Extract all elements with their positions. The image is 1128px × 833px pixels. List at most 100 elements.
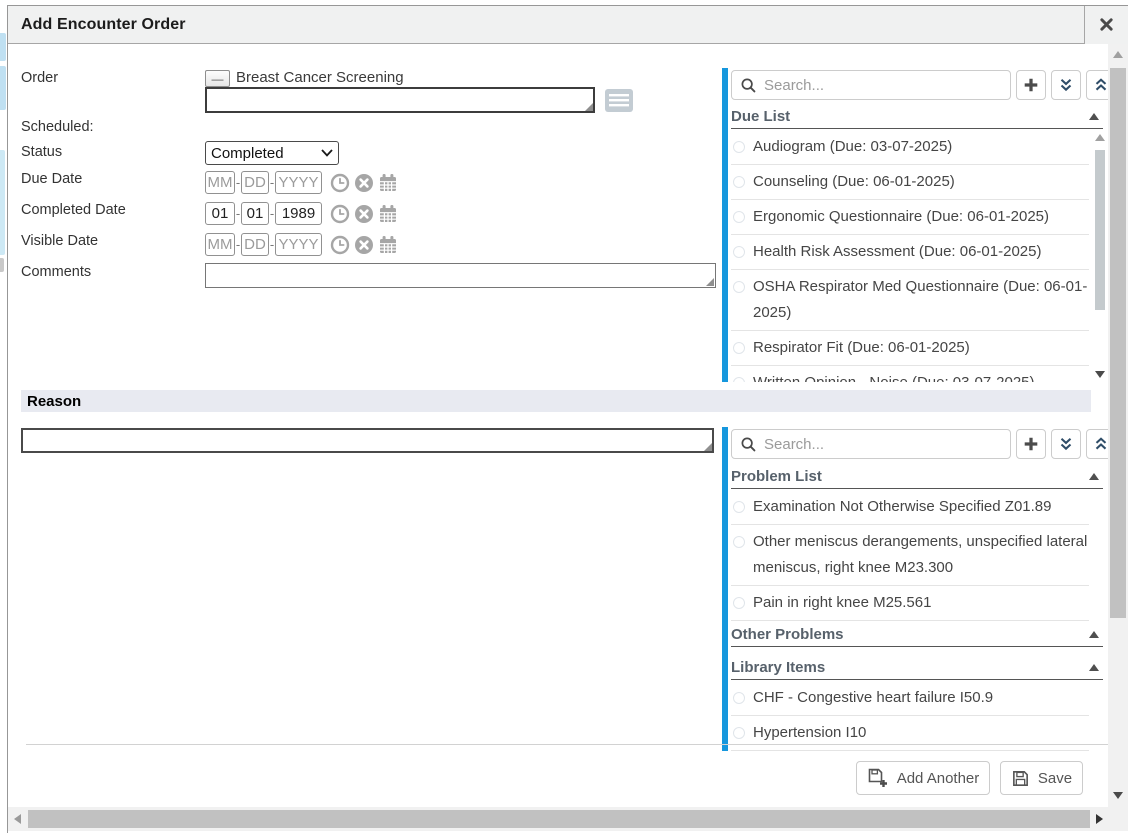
list-item[interactable]: Other meniscus derangements, unspecified… — [731, 525, 1089, 586]
collapse-caret-icon[interactable] — [1089, 113, 1099, 120]
dialog-content: Order — Breast Cancer Screening Schedule… — [8, 44, 1128, 833]
item-bullet-icon — [733, 501, 745, 513]
scheduled-label: Scheduled: — [21, 119, 94, 135]
item-bullet-icon — [733, 176, 745, 188]
collapse-caret-icon[interactable] — [1089, 473, 1099, 480]
reason-input-wrap — [21, 428, 714, 453]
list-item[interactable]: Written Opinion - Noise (Due: 03-07-2025… — [731, 366, 1089, 382]
vertical-scroll-thumb[interactable] — [1110, 68, 1126, 618]
order-remove-button[interactable]: — — [205, 70, 230, 87]
list-item[interactable]: Hypertension I10 — [731, 716, 1089, 751]
library-items-header-label: Library Items — [731, 659, 825, 676]
order-browse-button[interactable] — [604, 88, 634, 113]
due-date-row — [205, 171, 398, 194]
due-date-year-input[interactable] — [275, 171, 322, 194]
double-chevron-down-icon — [1057, 435, 1075, 453]
visible-date-day-input[interactable] — [241, 233, 269, 256]
due-search-input[interactable] — [764, 77, 1004, 94]
collapse-caret-icon[interactable] — [1089, 664, 1099, 671]
collapse-caret-icon[interactable] — [1089, 631, 1099, 638]
reason-header-label: Reason — [27, 393, 81, 410]
order-input[interactable] — [205, 87, 595, 113]
scroll-up-icon[interactable] — [1113, 51, 1123, 58]
problem-search-input[interactable] — [764, 436, 1004, 453]
list-item-label: Health Risk Assessment (Due: 06-01-2025) — [753, 239, 1041, 265]
completed-date-year-input[interactable] — [275, 202, 322, 225]
list-item[interactable]: Respirator Fit (Due: 06-01-2025) — [731, 331, 1089, 366]
due-date-clear-icon[interactable] — [354, 173, 374, 193]
plus-icon — [1022, 435, 1040, 453]
list-item[interactable]: Audiogram (Due: 03-07-2025) — [731, 130, 1089, 165]
add-another-button[interactable]: Add Another — [856, 761, 990, 795]
visible-date-time-icon[interactable] — [330, 235, 350, 255]
save-plus-icon — [867, 767, 889, 789]
library-items-section-header: Library Items — [731, 655, 1103, 680]
reason-resize-handle[interactable] — [704, 443, 712, 451]
due-date-time-icon[interactable] — [330, 173, 350, 193]
completed-date-month-input[interactable] — [205, 202, 235, 225]
due-date-month-input[interactable] — [205, 171, 235, 194]
scroll-up-icon[interactable] — [1095, 134, 1105, 141]
order-label: Order — [21, 70, 58, 86]
completed-date-clear-icon[interactable] — [354, 204, 374, 224]
due-list-scroll-thumb[interactable] — [1095, 150, 1105, 310]
scroll-down-icon[interactable] — [1095, 371, 1105, 378]
problem-list-header-label: Problem List — [731, 468, 822, 485]
visible-date-calendar-icon[interactable] — [378, 235, 398, 255]
completed-date-time-icon[interactable] — [330, 204, 350, 224]
list-item[interactable]: CHF - Congestive heart failure I50.9 — [731, 681, 1089, 716]
list-item[interactable]: OSHA Respirator Med Questionnaire (Due: … — [731, 270, 1089, 331]
visible-date-year-input[interactable] — [275, 233, 322, 256]
close-button[interactable] — [1084, 6, 1128, 44]
horizontal-scroll-thumb[interactable] — [28, 810, 1090, 828]
order-selected-name: Breast Cancer Screening — [236, 69, 404, 86]
problem-add-button[interactable] — [1016, 429, 1046, 459]
comments-resize-handle[interactable] — [706, 278, 714, 286]
list-item[interactable]: Examination Not Otherwise Specified Z01.… — [731, 490, 1089, 525]
other-problems-section-header: Other Problems — [731, 622, 1103, 647]
status-select[interactable]: Completed — [205, 141, 339, 165]
reason-input[interactable] — [21, 428, 714, 453]
completed-date-label: Completed Date — [21, 202, 126, 218]
save-button[interactable]: Save — [1000, 761, 1083, 795]
completed-date-calendar-icon[interactable] — [378, 204, 398, 224]
dialog-vertical-scrollbar[interactable] — [1108, 44, 1128, 807]
other-problems-header-label: Other Problems — [731, 626, 844, 643]
due-add-button[interactable] — [1016, 70, 1046, 100]
library-items-list: CHF - Congestive heart failure I50.9 Hyp… — [731, 681, 1089, 752]
scroll-left-icon[interactable] — [14, 814, 21, 824]
background-item — [0, 150, 5, 255]
item-bullet-icon — [733, 536, 745, 548]
problem-list-section-header: Problem List — [731, 464, 1103, 489]
visible-date-month-input[interactable] — [205, 233, 235, 256]
comments-input[interactable] — [205, 263, 716, 288]
list-item-label: Hypertension I10 — [753, 720, 866, 746]
due-expand-all-button[interactable] — [1051, 70, 1081, 100]
due-date-day-input[interactable] — [241, 171, 269, 194]
comments-label: Comments — [21, 264, 91, 280]
list-item-label: Pain in right knee M25.561 — [753, 590, 931, 616]
due-list-scrollbar[interactable] — [1094, 132, 1106, 380]
due-date-calendar-icon[interactable] — [378, 173, 398, 193]
visible-date-clear-icon[interactable] — [354, 235, 374, 255]
reason-section-header: Reason — [21, 390, 1091, 412]
scroll-right-icon[interactable] — [1096, 814, 1103, 824]
footer-divider — [26, 744, 1108, 745]
list-item[interactable]: Ergonomic Questionnaire (Due: 06-01-2025… — [731, 200, 1089, 235]
problem-expand-all-button[interactable] — [1051, 429, 1081, 459]
item-bullet-icon — [733, 342, 745, 354]
dialog-titlebar: Add Encounter Order — [8, 6, 1128, 44]
status-select-wrap: Completed — [205, 141, 339, 165]
list-item[interactable]: Health Risk Assessment (Due: 06-01-2025) — [731, 235, 1089, 270]
list-item[interactable]: Pain in right knee M25.561 — [731, 586, 1089, 621]
dialog-title: Add Encounter Order — [8, 16, 186, 34]
problem-list: Examination Not Otherwise Specified Z01.… — [731, 490, 1089, 622]
completed-date-day-input[interactable] — [241, 202, 269, 225]
list-item-label: Counseling (Due: 06-01-2025) — [753, 169, 955, 195]
scroll-down-icon[interactable] — [1113, 792, 1123, 799]
list-item[interactable]: Counseling (Due: 06-01-2025) — [731, 165, 1089, 200]
add-another-label: Add Another — [897, 770, 980, 787]
list-icon — [604, 88, 634, 113]
dialog-horizontal-scrollbar[interactable] — [8, 807, 1108, 831]
order-input-resize-handle[interactable] — [585, 103, 593, 111]
